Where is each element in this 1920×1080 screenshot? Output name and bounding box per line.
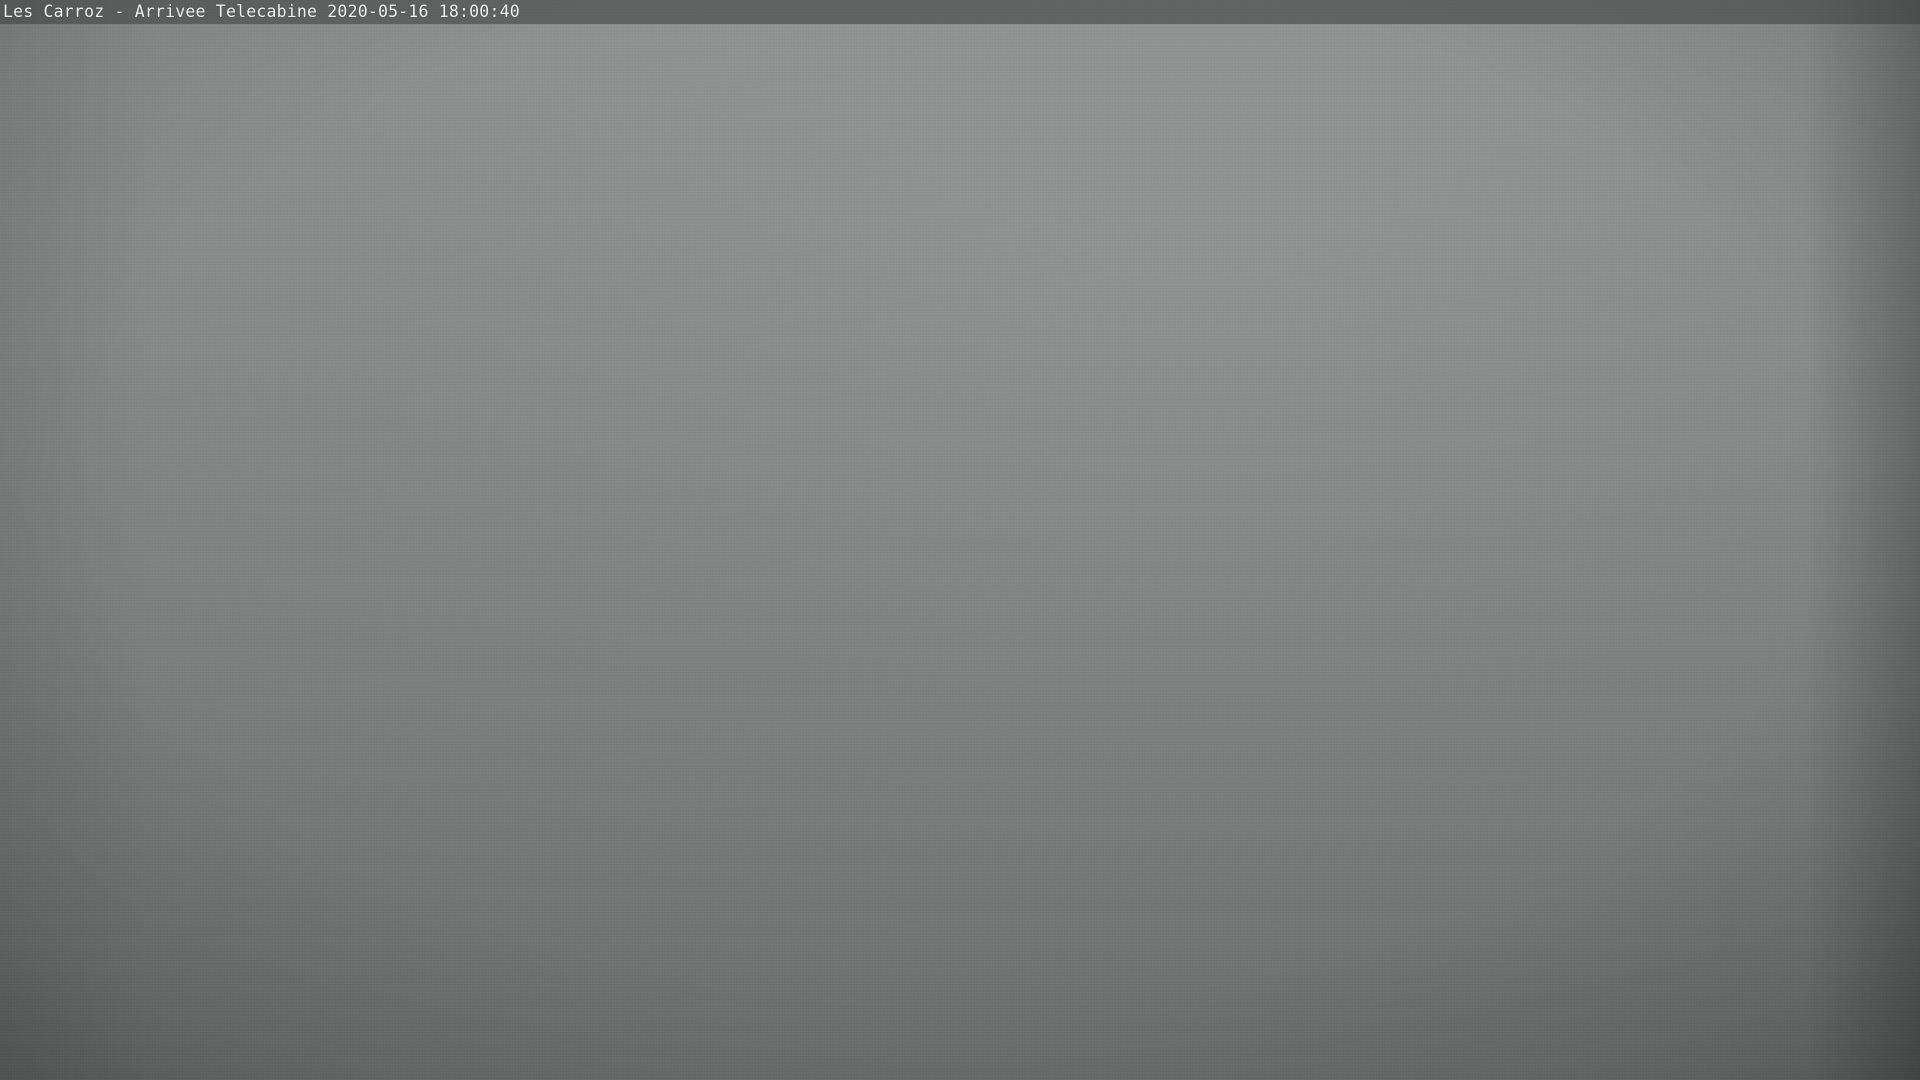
lens-vignette: [0, 0, 1920, 1080]
caption-text: Les Carroz - Arrivee Telecabine 2020-05-…: [0, 0, 520, 24]
webcam-frame: Les Carroz - Arrivee Telecabine 2020-05-…: [0, 0, 1920, 1080]
caption-location: Les Carroz - Arrivee Telecabine: [3, 2, 318, 21]
caption-bar: Les Carroz - Arrivee Telecabine 2020-05-…: [0, 0, 1920, 24]
caption-timestamp: 2020-05-16 18:00:40: [327, 2, 520, 21]
sensor-grain: [0, 0, 1920, 1080]
